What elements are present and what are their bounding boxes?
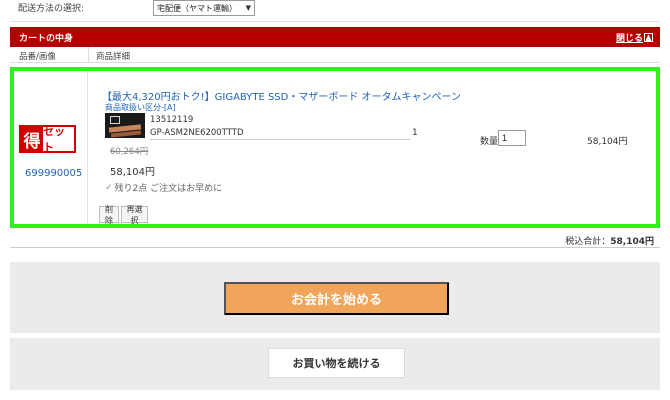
continue-panel: お買い物を続ける — [10, 338, 660, 390]
cart-close-label: 閉じる — [615, 34, 643, 44]
cart-header: カートの中身 閉じる ▲ — [10, 27, 660, 47]
cart-total-value: 58,104円 — [610, 237, 654, 247]
shipping-method-row: 配送方法の選択: 宅配便（ヤマト運輸） ▼ — [10, 0, 660, 22]
set-deal-badge: 得 セット — [19, 125, 76, 154]
checkout-panel: お会計を始める — [10, 262, 660, 333]
badge-toku: 得 — [21, 127, 43, 152]
shipping-method-select[interactable]: 宅配便（ヤマト運輸） ▼ — [153, 0, 255, 16]
stock-notice-text: 残り2点 ご注文はお早めに — [114, 184, 223, 194]
cart-column-headers: 品番/画像 商品詳細 — [10, 47, 660, 63]
checkout-button[interactable]: お会計を始める — [224, 282, 449, 315]
cart-title: カートの中身 — [19, 34, 74, 44]
quantity-label: 数量 — [480, 137, 499, 147]
product-sku: 13512119 — [150, 115, 194, 125]
sub-item-quantity: 1 — [412, 128, 418, 138]
product-thumbnail[interactable] — [105, 113, 145, 138]
sub-item-divider — [150, 139, 410, 140]
sale-price: 58,104円 — [110, 167, 155, 178]
item-column-divider — [87, 71, 88, 224]
cart-total: 税込合計：58,104円 — [565, 234, 654, 247]
check-icon: ✓ — [105, 182, 113, 193]
continue-shopping-button[interactable]: お買い物を続ける — [268, 348, 405, 378]
reselect-button[interactable]: 再選択 — [121, 205, 148, 225]
cart-total-label: 税込合計： — [565, 237, 611, 247]
cart-total-row: 税込合計：58,104円 — [10, 231, 660, 248]
original-price: 60,264円 — [110, 147, 149, 157]
line-total: 58,104円 — [587, 137, 628, 147]
product-category-link[interactable]: 商品取扱い区分-[A] — [105, 102, 176, 113]
item-code-link[interactable]: 699990005 — [25, 168, 82, 179]
shipping-method-value: 宅配便（ヤマト運輸） — [157, 3, 237, 13]
delete-button[interactable]: 削除 — [99, 205, 119, 225]
column-header-image: 品番/画像 — [19, 52, 56, 62]
product-model: GP-ASM2NE6200TTTD — [150, 128, 244, 138]
shipping-method-label: 配送方法の選択: — [18, 4, 85, 14]
stock-notice: ✓ 残り2点 ご注文はお早めに — [105, 181, 223, 195]
badge-set: セット — [43, 125, 65, 154]
column-divider — [88, 47, 89, 63]
chevron-down-icon: ▼ — [245, 4, 251, 12]
cart-item-row: 得 セット 699990005 【最大4,320円おトク!】GIGABYTE S… — [10, 67, 660, 228]
collapse-icon: ▲ — [644, 33, 653, 42]
brand-logo-icon — [110, 116, 120, 124]
quantity-input[interactable] — [498, 130, 526, 146]
column-header-detail: 商品詳細 — [96, 52, 131, 62]
product-title-link[interactable]: 【最大4,320円おトク!】GIGABYTE SSD・マザーボード オータムキャ… — [102, 88, 461, 103]
cart-close-link[interactable]: 閉じる ▲ — [616, 31, 653, 44]
